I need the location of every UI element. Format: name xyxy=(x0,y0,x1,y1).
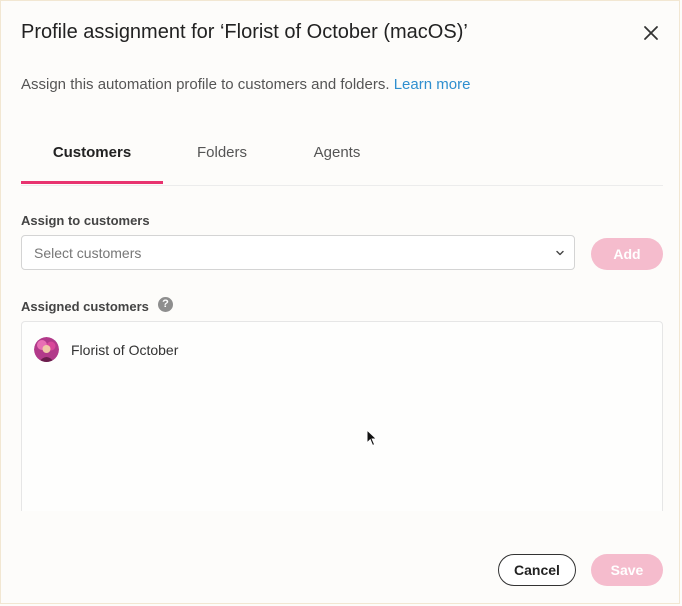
close-button[interactable] xyxy=(639,21,663,45)
help-icon[interactable]: ? xyxy=(158,297,173,312)
active-tab-indicator xyxy=(21,181,163,184)
dialog-title: Profile assignment for ‘Florist of Octob… xyxy=(21,21,468,43)
profile-assignment-dialog: Profile assignment for ‘Florist of Octob… xyxy=(0,0,680,604)
add-button[interactable]: Add xyxy=(591,238,663,270)
customer-select-placeholder: Select customers xyxy=(34,245,142,261)
dialog-subtitle: Assign this automation profile to custom… xyxy=(21,76,470,93)
tab-agents[interactable]: Agents xyxy=(291,129,383,185)
customer-name: Florist of October xyxy=(71,342,179,358)
tab-folders[interactable]: Folders xyxy=(173,129,271,185)
tab-customers[interactable]: Customers xyxy=(21,129,163,185)
assigned-customers-label: Assigned customers xyxy=(21,299,149,314)
subtitle-text: Assign this automation profile to custom… xyxy=(21,76,390,93)
assign-to-customers-label: Assign to customers xyxy=(21,213,150,228)
list-item: Florist of October xyxy=(34,337,634,363)
tab-bar: Customers Folders Agents xyxy=(21,129,663,186)
avatar xyxy=(34,337,59,362)
learn-more-link[interactable]: Learn more xyxy=(394,76,471,93)
close-icon xyxy=(644,26,658,40)
mouse-pointer-icon xyxy=(366,429,378,447)
cancel-button[interactable]: Cancel xyxy=(498,554,576,586)
customer-select[interactable]: Select customers xyxy=(21,235,575,270)
chevron-down-icon xyxy=(556,250,564,256)
assigned-customers-list: Florist of October xyxy=(21,321,663,511)
save-button[interactable]: Save xyxy=(591,554,663,586)
